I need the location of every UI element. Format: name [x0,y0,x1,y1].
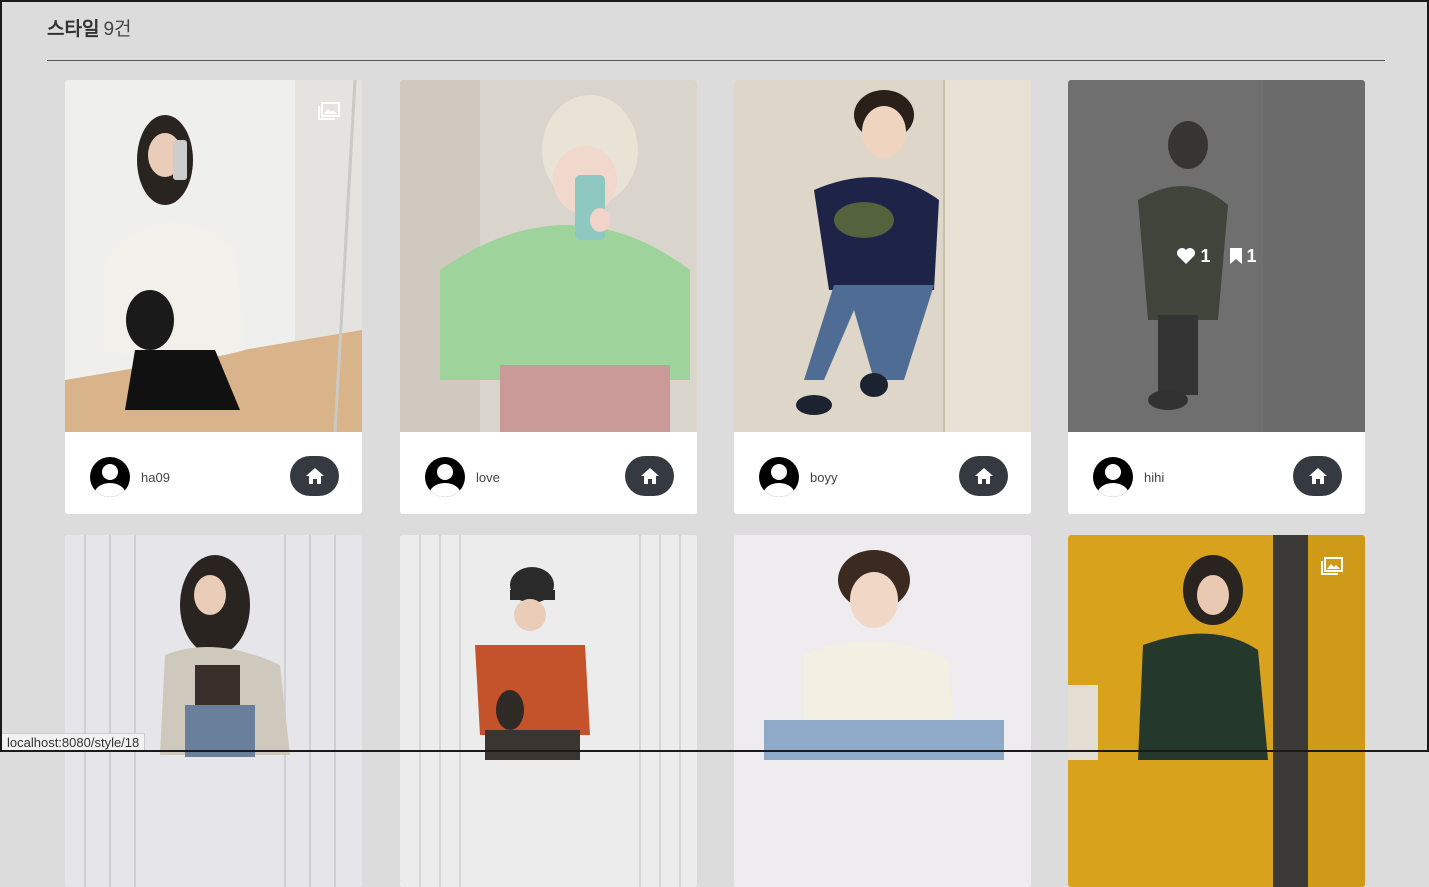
style-photo[interactable] [400,80,697,432]
hover-overlay[interactable]: 1 1 [1068,80,1365,432]
like-stat[interactable]: 1 [1176,245,1211,267]
style-photo[interactable] [65,80,362,432]
bookmark-icon [1229,248,1242,264]
card-footer: love [400,432,697,514]
home-icon [1308,468,1327,484]
style-card[interactable] [400,535,697,887]
style-photo[interactable] [1068,535,1365,887]
home-button[interactable] [1293,456,1342,496]
bookmark-stat[interactable]: 1 [1229,246,1257,267]
multi-image-icon [1321,557,1343,575]
section-title: 스타일 [47,19,100,40]
section-header: 스타일 9건 [47,14,1385,61]
style-card[interactable]: love [400,80,697,514]
avatar[interactable] [1093,457,1133,497]
card-footer: boyy [734,432,1031,514]
style-card[interactable]: 1 1 hihi [1068,80,1365,514]
heart-icon [1177,248,1196,264]
avatar[interactable] [759,457,799,497]
username[interactable]: ha09 [141,470,170,485]
home-button[interactable] [959,456,1008,496]
like-count: 1 [1200,245,1211,266]
style-photo[interactable] [65,535,362,887]
home-icon [974,468,993,484]
style-card[interactable]: boyy [734,80,1031,514]
home-button[interactable] [290,456,339,496]
home-button[interactable] [625,456,674,496]
username[interactable]: hihi [1144,470,1164,485]
card-footer: hihi [1068,432,1365,514]
avatar[interactable] [425,457,465,497]
style-card[interactable] [65,535,362,887]
style-photo[interactable]: 1 1 [1068,80,1365,432]
home-icon [640,468,659,484]
style-photo[interactable] [400,535,697,887]
style-photo[interactable] [734,535,1031,887]
status-bar-url: localhost:8080/style/18 [2,733,146,752]
multi-image-icon [318,102,340,120]
avatar[interactable] [90,457,130,497]
style-card[interactable]: ha09 [65,80,362,514]
style-card[interactable] [734,535,1031,887]
style-photo[interactable] [734,80,1031,432]
card-footer: ha09 [65,432,362,514]
username[interactable]: boyy [810,470,837,485]
username[interactable]: love [476,470,500,485]
result-count: 9건 [103,19,132,40]
style-card[interactable] [1068,535,1365,887]
home-icon [305,468,324,484]
bookmark-count: 1 [1246,245,1257,266]
